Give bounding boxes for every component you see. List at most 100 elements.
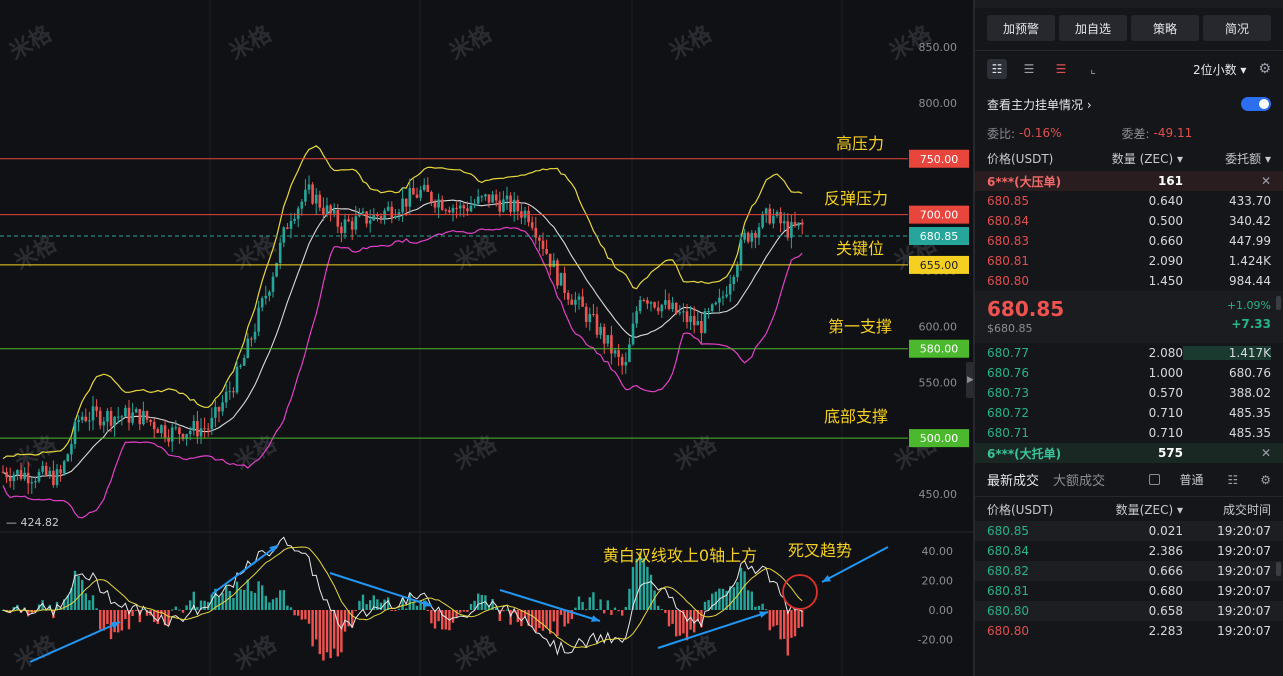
candle-up [761,213,764,228]
trade-row[interactable]: 680.84 2.386 19:20:07 [975,541,1283,561]
candle-up [257,307,260,332]
big-bid-bar[interactable]: 6***(大托单) 575 ✕ [975,443,1283,463]
candle-down [347,219,350,222]
book-scrollbar[interactable] [1276,296,1281,310]
trade-row[interactable]: 680.80 2.283 19:20:07 [975,621,1283,641]
histogram-bar-up [225,586,228,610]
main-order-toggle[interactable] [1241,97,1271,111]
ask-total: 984.44 [1229,274,1271,288]
trade-time-header: 成交时间 [1222,502,1271,517]
candle-up [228,391,232,393]
candle-up [30,482,34,484]
candle-up [325,205,329,215]
tab-large-trades[interactable]: 大额成交 [1053,470,1105,489]
ask-row[interactable]: 680.84 0.500 340.42 [975,211,1283,231]
candle-down [538,237,541,241]
histogram-bar-down [779,610,782,640]
histogram-bar-down [678,610,681,636]
ask-qty: 1.450 [1148,274,1183,288]
book-both-icon[interactable]: ☷ [987,59,1007,79]
book-header: 价格(USDT) 数量 (ZEC) ▾ 委托额 ▾ [975,145,1283,171]
candle-up [192,421,196,431]
candle-down [217,407,221,412]
trade-qty-header[interactable]: 数量(ZEC) ▾ [1087,501,1183,518]
bid-row[interactable]: 680.73 0.570 388.02 [975,383,1283,403]
ask-row[interactable]: 680.83 0.660 447.99 [975,231,1283,251]
top-strip [975,0,1283,8]
decimal-select[interactable]: 2位小数 ▾ [1193,61,1246,78]
qty-header[interactable]: 数量 (ZEC) ▾ [1087,150,1183,167]
candle-up [66,454,70,462]
candle-up [354,216,358,230]
candlestick-chart[interactable]: 米格 米格 米格 米格 米格米格 米格 米格 米格 米格米格 米格 米格 米格 米格米格 米格 米格 米格85… [0,0,973,676]
add-watchlist-button[interactable]: 加自选 [1059,15,1127,41]
add-alert-button[interactable]: 加预警 [987,15,1055,41]
candle-up [278,242,282,263]
candle-down [8,477,12,482]
ask-qty: 0.500 [1148,214,1183,228]
gear-icon[interactable]: ⚙ [1258,61,1271,77]
overview-button[interactable]: 简况 [1203,15,1271,41]
candle-up [253,331,257,340]
trade-scrollbar[interactable] [1276,562,1281,576]
candle-up [239,365,242,367]
candle-up [296,208,300,219]
trade-row[interactable]: 680.80 0.658 19:20:07 [975,601,1283,621]
main-order-row: 查看主力挂单情况 › [975,87,1283,121]
candle-up [638,300,642,312]
normal-checkbox[interactable] [1149,474,1161,485]
big-ask-bar[interactable]: 6***(大压单) 161 ✕ [975,171,1283,191]
watermark-text: 米格 [670,630,722,675]
close-icon[interactable]: ✕ [1183,446,1271,460]
histogram-bar-down [538,610,541,629]
trade-qty: 2.283 [1148,624,1183,638]
decimal-select-value: 2位小数 [1192,62,1237,77]
candle-down [541,240,545,249]
filter-icon[interactable]: ☷ [1227,473,1238,487]
bid-qty: 1.000 [1148,366,1183,380]
book-asks-icon[interactable]: ☰ [1051,59,1071,79]
trade-row[interactable]: 680.85 0.021 19:20:07 [975,521,1283,541]
candle-up [772,215,775,224]
histogram-bar-down [768,610,771,631]
watermark-text: 米格 [10,430,62,475]
arrow-shaft [211,544,279,595]
histogram-bar-up [595,608,599,610]
watermark-text: 米格 [230,630,282,675]
histogram-bar-up [174,606,177,610]
trade-row[interactable]: 680.81 0.680 19:20:07 [975,581,1283,601]
price-tick-label: 800.00 [919,97,958,110]
watermark-text: 米格 [450,630,502,675]
total-header[interactable]: 委托额 ▾ [1183,150,1271,167]
book-expand-icon[interactable]: ⌞ [1083,59,1103,79]
candle-up [750,232,754,242]
candle-down [203,428,206,430]
candle-up [41,465,44,472]
bid-row[interactable]: 680.71 0.710 485.35 [975,423,1283,443]
bid-row[interactable]: 680.77 2.080 1.417K [975,343,1283,363]
histogram-bar-up [581,602,584,610]
main-order-link[interactable]: 查看主力挂单情况 › [987,96,1092,113]
candle-up [307,184,311,190]
candle-down [610,335,613,354]
level-price-text: 700.00 [920,209,959,222]
candle-down [656,307,660,312]
candle-up [113,416,116,426]
close-icon[interactable]: ✕ [1183,174,1271,188]
gear-icon[interactable]: ⚙ [1260,473,1271,487]
book-bids-icon[interactable]: ☰ [1019,59,1039,79]
tab-latest-trades[interactable]: 最新成交 [987,470,1039,489]
ask-row[interactable]: 680.80 1.450 984.44 [975,271,1283,291]
ask-row[interactable]: 680.85 0.640 433.70 [975,191,1283,211]
histogram-bar-up [361,594,365,610]
strategy-button[interactable]: 策略 [1131,15,1199,41]
candle-up [174,427,178,429]
trade-row[interactable]: 680.82 0.666 19:20:07 [975,561,1283,581]
ask-row[interactable]: 680.81 2.090 1.424K [975,251,1283,271]
bid-row[interactable]: 680.72 0.710 485.35 [975,403,1283,423]
bid-row[interactable]: 680.76 1.000 680.76 [975,363,1283,383]
watermark-text: 米格 [10,630,62,675]
chart-area[interactable]: 米格 米格 米格 米格 米格 米格 米格 米格 米格 米格 米格 米格 米格 米格 米格 米格 米格 米格 米格 85… [0,0,973,676]
trade-qty: 0.658 [1148,604,1183,618]
ratio-row: 委比: -0.16% 委差: -49.11 [975,121,1283,145]
